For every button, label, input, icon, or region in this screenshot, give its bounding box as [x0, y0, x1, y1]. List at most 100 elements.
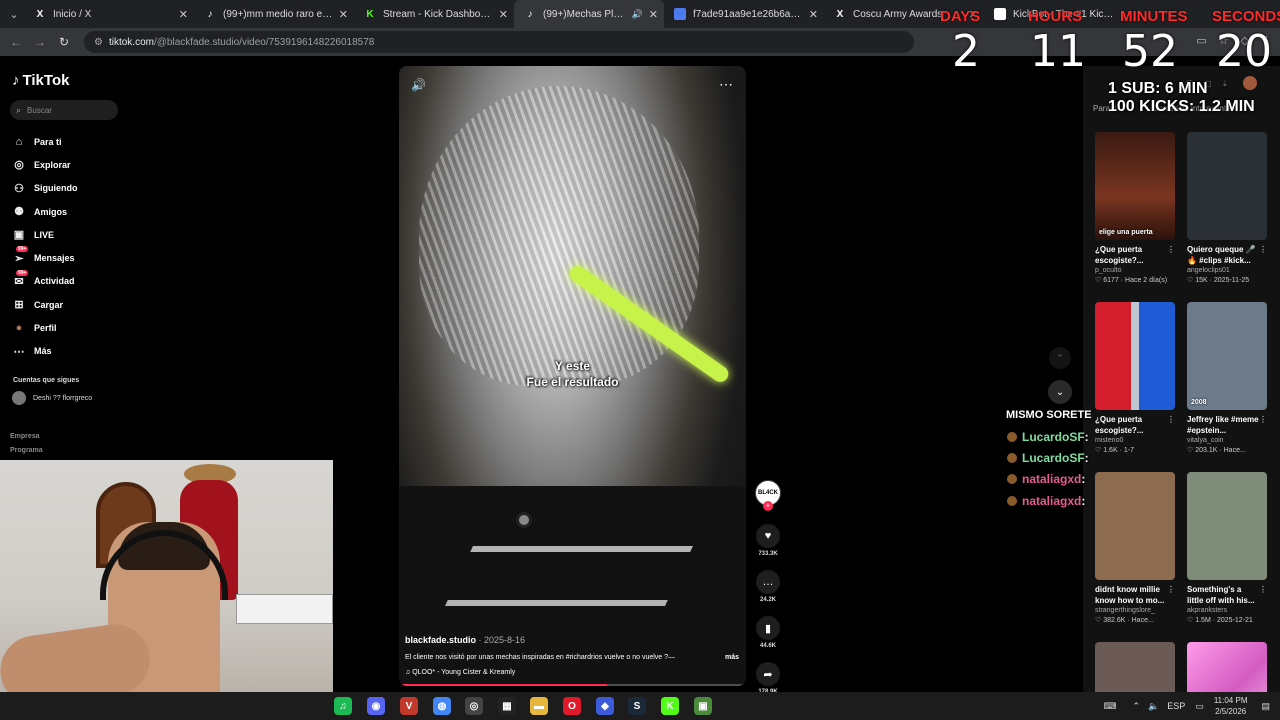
video-progress-bar[interactable] [399, 684, 746, 686]
related-video-card[interactable]: didnt know millie know how to mo... ⋮ stra… [1095, 472, 1175, 624]
browser-tab[interactable]: ♪ (99+)mm medio raro está lolo ✕ [194, 0, 354, 28]
tab-close-icon[interactable]: ✕ [499, 8, 508, 21]
rule-sub: 1 SUB: 6 MIN [1108, 80, 1208, 97]
video-thumbnail[interactable] [1187, 132, 1267, 240]
sidebar-item-explorar[interactable]: ◎ Explorar [12, 153, 78, 176]
kick-icon[interactable]: K [661, 697, 679, 715]
forward-icon[interactable]: → [28, 35, 52, 49]
discord-icon[interactable]: ◉ [367, 697, 385, 715]
sidebar-item-perfil[interactable]: ● Perfil [12, 316, 78, 339]
card-author[interactable]: misterio0 [1095, 437, 1175, 444]
video-thumbnail[interactable] [1095, 472, 1175, 580]
card-author[interactable]: strangerthingslore_ [1095, 607, 1175, 614]
back-icon[interactable]: ← [4, 35, 28, 49]
card-title[interactable]: ¿Que puerta escogiste?... ⋮ [1095, 244, 1175, 266]
obs-icon[interactable]: ◎ [465, 697, 483, 715]
spotify-icon[interactable]: ♫ [334, 697, 352, 715]
card-author[interactable]: akpranksters [1187, 607, 1267, 614]
related-video-card[interactable]: Something's a little off with his... ⋮ akp… [1187, 472, 1267, 624]
related-video-card[interactable]: 2008 Jeffrey like #meme #epstein... ⋮ vital… [1187, 302, 1267, 454]
related-video-card[interactable]: ¿Que puerta escogiste?... ⋮ misterio0 ♡ 1.6… [1095, 302, 1175, 454]
tab-close-icon[interactable]: ✕ [179, 8, 188, 21]
card-more-icon[interactable]: ⋮ [1167, 584, 1175, 595]
url-field[interactable]: ⚙ tiktok.com /@blackfade.studio/video/75… [84, 31, 914, 53]
card-title[interactable]: Something's a little off with his... ⋮ [1187, 584, 1267, 606]
site-info-icon[interactable]: ⚙ [94, 37, 103, 48]
card-author[interactable]: vitalya_coin [1187, 437, 1267, 444]
video-thumbnail[interactable] [1095, 302, 1175, 410]
browser-tab[interactable]: f7ade91aa9e1e26b6a3c29a8dd ✕ [664, 0, 824, 28]
card-more-icon[interactable]: ⋮ [1259, 414, 1267, 425]
volume-icon[interactable]: 🔊 [411, 78, 426, 92]
notifications-icon[interactable]: ▤ [1261, 701, 1270, 712]
card-author[interactable]: angeloclips01 [1187, 267, 1267, 274]
chrome-icon[interactable]: ◍ [433, 697, 451, 715]
search-input[interactable]: ⌕ Buscar [10, 100, 118, 120]
sidebar-item-cargar[interactable]: ⊞ Cargar [12, 293, 78, 316]
previous-video-chevron-up-icon[interactable]: ⌃ [1049, 347, 1071, 369]
sidebar-item-mensajes[interactable]: ➢ Mensajes 99+ [12, 246, 78, 269]
tab-audio-icon[interactable]: 🔊 [632, 9, 643, 20]
video-thumbnail[interactable]: elige una puerta [1095, 132, 1175, 240]
card-title[interactable]: Quiero queque 🎤 🔥 #clips #kick... ⋮ [1187, 244, 1267, 266]
comment-button[interactable]: … 24.2K [754, 570, 782, 603]
steam-icon[interactable]: S [628, 697, 646, 715]
minecraft-icon[interactable]: ▣ [694, 697, 712, 715]
video-thumbnail[interactable] [1187, 472, 1267, 580]
video-description-text: El cliente nos visitó por unas mechas in… [405, 654, 676, 661]
file-explorer-icon[interactable]: ▬ [530, 697, 548, 715]
browser-tab[interactable]: K Stream - Kick Dashboard ✕ [354, 0, 514, 28]
related-video-card[interactable]: elige una puerta ¿Que puerta escogiste?..… [1095, 132, 1175, 284]
follow-plus-icon[interactable]: + [763, 501, 773, 511]
speaker-icon[interactable]: 🔈 [1148, 701, 1159, 712]
video-more-options-icon[interactable]: ⋯ [719, 76, 734, 93]
network-icon[interactable]: ▭ [1195, 701, 1204, 712]
card-author[interactable]: p_oculto [1095, 267, 1175, 274]
card-title[interactable]: Jeffrey like #meme #epstein... ⋮ [1187, 414, 1267, 436]
screen: ⌄ X Inicio / X ✕ ♪ (99+)mm medio raro está l… [0, 0, 1280, 720]
browser-tab[interactable]: X Inicio / X ✕ [24, 0, 194, 28]
footer-link-programa[interactable]: Programa [10, 444, 43, 458]
sidebar-item-amigos[interactable]: ⚉ Amigos [12, 200, 78, 223]
card-more-icon[interactable]: ⋮ [1167, 244, 1175, 255]
card-more-icon[interactable]: ⋮ [1259, 244, 1267, 255]
browser-tab[interactable]: ♪ (99+)Mechas Platinadas In 🔊 ✕ [514, 0, 664, 28]
card-title[interactable]: didnt know millie know how to mo... ⋮ [1095, 584, 1175, 606]
related-video-card[interactable]: Quiero queque 🎤 🔥 #clips #kick... ⋮ angelo… [1187, 132, 1267, 284]
tiktok-logo[interactable]: ♪ TikTok [12, 72, 69, 89]
card-more-icon[interactable]: ⋮ [1167, 414, 1175, 425]
taskbar-clock[interactable]: 11:04 PM 2/5/2026 [1214, 695, 1248, 717]
video-author-line: blackfade.studio · 2025-8-16 [405, 635, 526, 645]
voicemeeter-icon[interactable]: V [400, 697, 418, 715]
video-caption-line: Fue el resultado [526, 375, 619, 389]
footer-link-empresa[interactable]: Empresa [10, 430, 43, 444]
following-account[interactable]: Deshi ?? florrgreco [12, 391, 92, 405]
streamdeck-icon[interactable]: ▦ [498, 697, 516, 715]
keyboard-icon[interactable]: ⌨ [1104, 701, 1117, 712]
like-button[interactable]: ♥ 733.3K [754, 524, 782, 557]
reload-icon[interactable]: ↻ [52, 35, 76, 49]
next-video-chevron-down-icon[interactable]: ⌄ [1048, 380, 1072, 404]
video-music[interactable]: ♫ QLOO* - Young Cister & Kreamly [405, 669, 739, 676]
tray-chevron-up-icon[interactable]: ⌃ [1133, 701, 1141, 712]
sidebar-item-actividad[interactable]: ✉ Actividad 99+ [12, 269, 78, 293]
sidebar-item-siguiendo[interactable]: ⚇ Siguiendo [12, 177, 77, 200]
opera-icon[interactable]: O [563, 697, 581, 715]
share-button[interactable]: ➦ 178.9K [754, 662, 782, 695]
card-title[interactable]: ¿Que puerta escogiste?... ⋮ [1095, 414, 1175, 436]
sidebar-item-live[interactable]: ▣ LIVE [12, 223, 78, 246]
sidebar-item-m-s[interactable]: ⋯ Más [12, 340, 78, 363]
save-button[interactable]: ▮ 44.6K [754, 616, 782, 649]
tab-close-icon[interactable]: ✕ [339, 8, 348, 21]
tab-close-icon[interactable]: ✕ [649, 8, 658, 21]
card-more-icon[interactable]: ⋮ [1259, 584, 1267, 595]
video-thumbnail[interactable]: 2008 [1187, 302, 1267, 410]
sidebar-item-para-ti[interactable]: ⌂ Para ti [12, 130, 78, 153]
tab-search-icon[interactable]: ⌄ [4, 4, 24, 24]
language-indicator[interactable]: ESP [1167, 701, 1185, 711]
tab-close-icon[interactable]: ✕ [809, 8, 818, 21]
video-author[interactable]: blackfade.studio [405, 635, 476, 645]
video-player[interactable]: 🔊 ⋯ Y este Fue el resultado blackfade.st… [399, 66, 746, 686]
video-more-button[interactable]: más [725, 654, 739, 661]
app-icon[interactable]: ◆ [596, 697, 614, 715]
